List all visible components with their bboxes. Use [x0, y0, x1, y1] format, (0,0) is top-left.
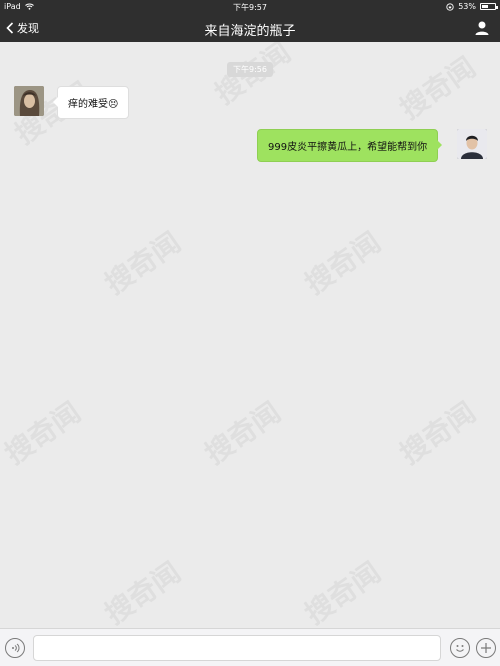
voice-button[interactable] [5, 638, 25, 658]
avatar-image [457, 129, 487, 159]
status-right: 53% [446, 2, 498, 11]
battery-fill [482, 5, 489, 8]
watermark: 搜奇闻 [98, 555, 187, 628]
watermark: 搜奇闻 [198, 395, 287, 471]
battery-icon [480, 3, 498, 10]
sender-avatar[interactable] [14, 86, 44, 116]
plus-icon [481, 643, 491, 653]
watermark: 搜奇闻 [298, 225, 387, 301]
nav-bar: 发现 来自海淀的瓶子 [0, 14, 500, 42]
profile-button[interactable] [474, 20, 490, 36]
watermark: 搜奇闻 [98, 225, 187, 301]
watermark: 搜奇闻 [298, 555, 387, 628]
person-icon [475, 21, 489, 35]
watermark: 搜奇闻 [206, 42, 298, 112]
my-avatar[interactable] [457, 129, 487, 159]
page-title: 来自海淀的瓶子 [204, 24, 296, 39]
emoji-button[interactable] [450, 638, 470, 658]
status-bar: iPad 下午9:57 53% [0, 0, 500, 14]
watermark: 搜奇闻 [0, 395, 87, 471]
watermark: 搜奇闻 [393, 395, 482, 471]
voice-icon [12, 643, 20, 653]
message-timestamp: 下午9:56 [0, 57, 500, 77]
battery-percent: 53% [458, 2, 476, 11]
message-bubble-outgoing[interactable]: 999皮炎平擦黄瓜上，希望能帮到你 [257, 129, 443, 162]
status-time: 下午9:57 [233, 3, 267, 12]
message-text: 痒的难受 [68, 99, 108, 110]
smiley-icon [456, 645, 464, 652]
chat-area[interactable]: 搜奇闻 搜奇闻 搜奇闻 搜奇闻 搜奇闻 搜奇闻 搜奇闻 搜奇闻 搜奇闻 搜奇闻 … [0, 42, 500, 628]
message-text: 999皮炎平擦黄瓜上，希望能帮到你 [268, 142, 428, 153]
timestamp-label: 下午9:56 [227, 62, 273, 77]
input-bar [0, 628, 500, 666]
message-input[interactable] [33, 635, 441, 661]
message-bubble-incoming[interactable]: 痒的难受😣 [52, 86, 130, 119]
rotation-lock-icon [446, 2, 454, 11]
add-button[interactable] [476, 638, 496, 658]
avatar-image [14, 86, 44, 116]
emoji-persevere: 😣 [108, 99, 119, 110]
